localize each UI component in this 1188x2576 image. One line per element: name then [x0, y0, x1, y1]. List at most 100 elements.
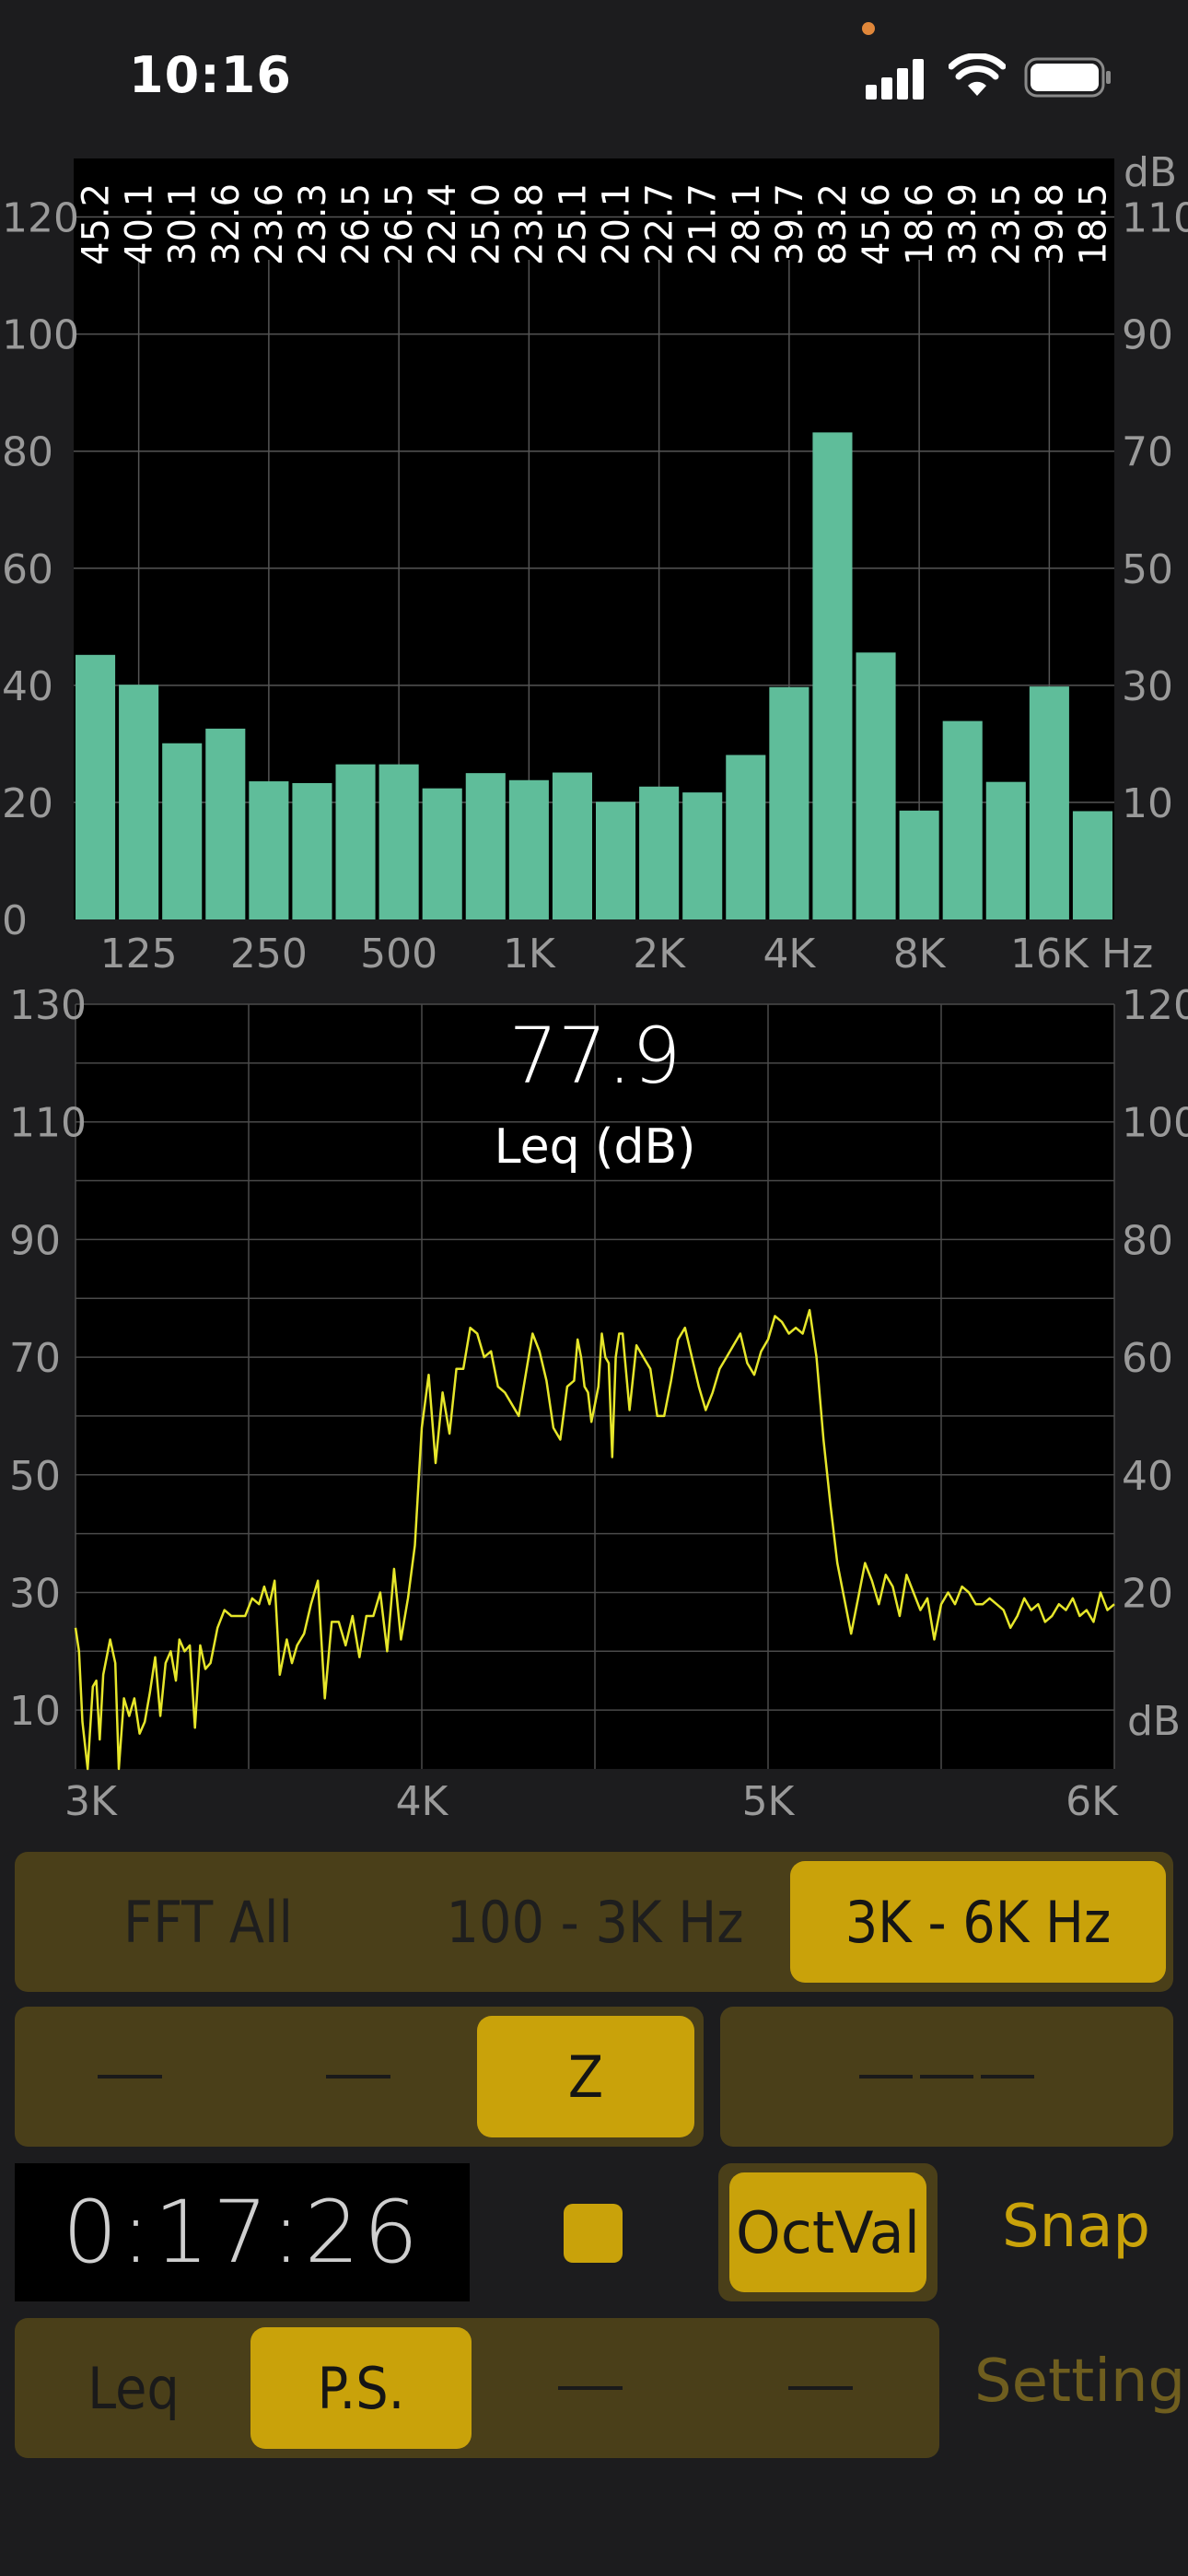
bar-value-label: 21.7 — [682, 183, 725, 265]
bar-value-label: 18.5 — [1072, 183, 1114, 265]
spectrum-bar — [682, 792, 723, 919]
tab-100-3k-hz[interactable]: 100 - 3K Hz — [402, 1861, 788, 1983]
stop-button[interactable] — [564, 2204, 623, 2263]
bar-value-label: 23.3 — [292, 183, 334, 265]
status-bar: 10:16 — [0, 0, 1188, 157]
weighting-option-1[interactable] — [33, 2016, 227, 2137]
spectrum-bar — [292, 782, 332, 919]
bar-value-label: 33.9 — [942, 183, 984, 265]
cellular-signal-icon — [866, 59, 924, 100]
x-axis-tick: 4K — [763, 931, 816, 978]
dash-icon — [859, 2075, 913, 2078]
y-axis-unit-right: dB — [1127, 1698, 1181, 1745]
bar-value-label: 25.0 — [465, 183, 507, 265]
spectrum-bar — [1072, 811, 1112, 919]
y-axis-tick-right: 10 — [1122, 780, 1173, 827]
y-axis-tick-left: 80 — [2, 429, 53, 476]
bar-value-label: 25.1 — [552, 183, 594, 265]
tab-fft-all[interactable]: FFT All — [15, 1861, 402, 1983]
x-axis-tick: 125 — [100, 931, 178, 978]
weighting-z-button[interactable]: Z — [477, 2016, 694, 2137]
y-axis-tick-left: 40 — [2, 663, 53, 710]
mode-ps-button[interactable]: P.S. — [250, 2327, 472, 2449]
y-axis-tick-right: 100 — [1122, 1100, 1188, 1147]
bar-value-label: 28.1 — [726, 183, 768, 265]
bar-value-label: 23.6 — [249, 183, 291, 265]
dash-icon — [920, 2075, 973, 2078]
bar-value-label: 40.1 — [119, 183, 161, 265]
dash-icon — [98, 2075, 162, 2078]
wifi-icon — [949, 53, 1006, 96]
y-axis-tick-left: 30 — [9, 1570, 61, 1617]
mode-option-3[interactable] — [494, 2327, 687, 2449]
spectrum-bar — [76, 654, 116, 919]
spectrum-bar — [422, 788, 462, 919]
y-axis-tick-right: 20 — [1122, 1570, 1173, 1617]
bar-value-label: 45.2 — [76, 183, 118, 265]
y-axis-tick-left: 0 — [2, 897, 28, 944]
dash-icon — [326, 2075, 390, 2078]
x-axis-tick: 4K — [396, 1778, 449, 1825]
leq-value: 77.9 — [508, 1011, 681, 1101]
y-axis-tick-right: 30 — [1122, 663, 1173, 710]
bar-value-label: 45.6 — [856, 183, 898, 265]
y-axis-tick-left: 90 — [9, 1217, 61, 1264]
bar-value-label: 18.6 — [899, 183, 941, 265]
y-axis-tick-left: 50 — [9, 1453, 61, 1500]
bar-value-label: 22.4 — [422, 183, 464, 265]
spectrum-bar — [639, 786, 680, 919]
x-axis-tick: 6K — [1066, 1778, 1119, 1825]
y-axis-tick-left: 70 — [9, 1335, 61, 1382]
spectrum-bar — [899, 810, 939, 919]
spectrum-bar — [162, 743, 203, 919]
dash-icon — [788, 2386, 853, 2390]
spectrum-bar — [335, 764, 376, 919]
spectrum-bar — [812, 432, 853, 919]
bar-value-label: 20.1 — [596, 183, 638, 265]
spectrum-bar — [942, 720, 983, 919]
leq-value-label: Leq (dB) — [495, 1119, 696, 1175]
y-axis-tick-left: 10 — [9, 1688, 61, 1735]
x-axis-tick: 250 — [230, 931, 308, 978]
y-axis-tick-left: 100 — [2, 312, 79, 359]
dash-icon — [558, 2386, 623, 2390]
spectrum-bar — [856, 652, 896, 919]
weighting-option-2[interactable] — [262, 2016, 455, 2137]
spectrum-bar — [1029, 686, 1069, 919]
setting-button[interactable]: Setting — [974, 2348, 1185, 2416]
spectrum-bar — [508, 779, 549, 919]
octval-button[interactable]: OctVal — [729, 2172, 926, 2292]
mode-option-4[interactable] — [724, 2327, 917, 2449]
spectrum-bar — [205, 728, 246, 919]
bar-value-label: 30.1 — [162, 183, 204, 265]
y-axis-tick-right: 40 — [1122, 1453, 1173, 1500]
y-axis-tick-left: 120 — [2, 195, 79, 242]
bar-value-label: 32.6 — [205, 183, 248, 265]
y-axis-tick-left: 130 — [9, 986, 87, 1029]
bar-value-label: 39.8 — [1029, 183, 1071, 265]
x-axis-tick: 2K — [633, 931, 686, 978]
spectrum-bar — [552, 772, 592, 919]
spectrum-bar — [465, 773, 506, 919]
spectrum-bar — [985, 781, 1026, 919]
mode-leq-button[interactable]: Leq — [37, 2327, 230, 2449]
spectrum-bar — [119, 685, 159, 919]
snap-button[interactable]: Snap — [1002, 2193, 1150, 2261]
status-time: 10:16 — [129, 46, 292, 104]
tab-3k-6k-hz[interactable]: 3K - 6K Hz — [790, 1861, 1166, 1983]
y-axis-tick-left: 20 — [2, 780, 53, 827]
fft-range-chart: 77.9 Leq (dB) 130 110 90 70 50 30 10 120 100 80 60 40… — [9, 986, 1188, 1825]
x-axis-tick: 8K — [893, 931, 947, 978]
y-axis-tick-right: 80 — [1122, 1217, 1173, 1264]
bar-value-label: 23.5 — [985, 183, 1028, 265]
battery-icon — [1024, 57, 1111, 98]
secondary-option-button[interactable] — [720, 2007, 1173, 2147]
bar-value-label: 26.5 — [379, 183, 421, 265]
y-axis-tick-left: 110 — [9, 1100, 87, 1147]
privacy-indicator-icon — [862, 22, 875, 35]
spectrum-bar — [379, 764, 419, 919]
bar-value-label: 39.7 — [769, 183, 811, 265]
elapsed-timer: 0:17:26 — [15, 2163, 470, 2301]
y-axis-tick-right: 120 — [1122, 986, 1188, 1029]
y-axis-tick-right: 60 — [1122, 1335, 1173, 1382]
